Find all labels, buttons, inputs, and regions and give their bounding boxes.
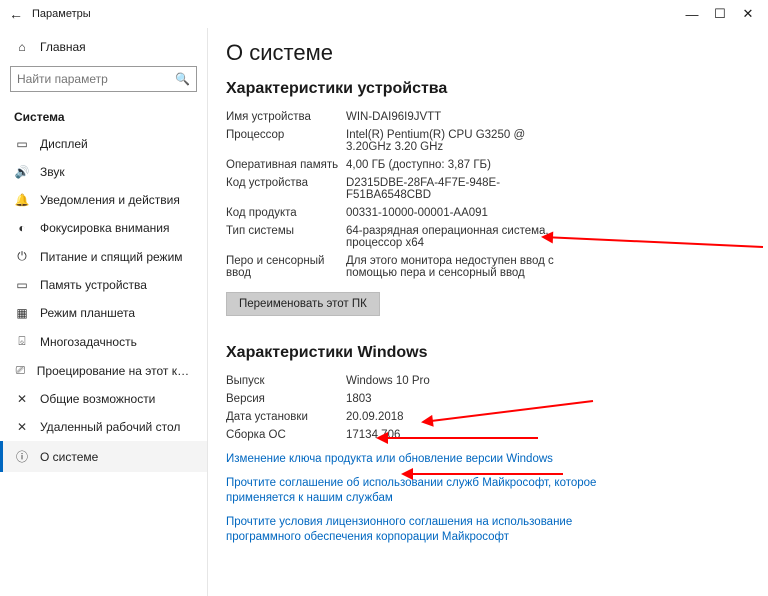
device-specs-heading: Характеристики устройства <box>226 80 750 98</box>
search-icon: 🔍 <box>175 72 190 86</box>
nav-icon: ⏻ <box>14 249 30 264</box>
sidebar-item-label: Удаленный рабочий стол <box>40 420 180 434</box>
nav-icon: ⌺ <box>14 334 30 349</box>
sidebar-item[interactable]: ✕ Общие возможности <box>0 385 207 413</box>
spec-row: Перо и сенсорный вводДля этого монитора … <box>226 252 750 282</box>
sidebar-item[interactable]: ⎚ Проецирование на этот компьютер <box>0 356 207 385</box>
sidebar-item[interactable]: 🔔 Уведомления и действия <box>0 186 207 214</box>
spec-value: Windows 10 Pro <box>346 375 556 387</box>
sidebar-item-label: Режим планшета <box>40 306 135 320</box>
sidebar-item-label: Питание и спящий режим <box>40 250 183 264</box>
spec-key: Тип системы <box>226 225 346 249</box>
spec-row: Дата установки20.09.2018 <box>226 408 750 426</box>
nav-icon: 🔊 <box>14 165 30 179</box>
spec-value: WIN-DAI96I9JVTT <box>346 111 556 123</box>
spec-row: Версия1803 <box>226 390 750 408</box>
spec-value: 4,00 ГБ (доступно: 3,87 ГБ) <box>346 159 556 171</box>
nav-icon: ⓘ <box>14 448 30 465</box>
sidebar-item-label: Звук <box>40 165 65 179</box>
spec-row: ВыпускWindows 10 Pro <box>226 372 750 390</box>
spec-row: Тип системы64-разрядная операционная сис… <box>226 222 750 252</box>
sidebar-item-label: О системе <box>40 450 98 464</box>
sidebar-item-label: Общие возможности <box>40 392 155 406</box>
spec-key: Версия <box>226 393 346 405</box>
content-area: О системе Характеристики устройства Имя … <box>208 28 768 596</box>
rename-pc-button[interactable]: Переименовать этот ПК <box>226 292 380 316</box>
nav-icon: ⎚ <box>14 363 27 378</box>
spec-key: Имя устройства <box>226 111 346 123</box>
minimize-button[interactable]: — <box>678 5 706 24</box>
home-icon: ⌂ <box>14 40 30 54</box>
spec-value: 00331-10000-00001-AA091 <box>346 207 556 219</box>
spec-key: Код устройства <box>226 177 346 201</box>
sidebar-item[interactable]: ▭ Дисплей <box>0 130 207 158</box>
sidebar-item[interactable]: ◐ Фокусировка внимания <box>0 214 207 242</box>
spec-key: Сборка ОС <box>226 429 346 441</box>
nav-icon: 🔔 <box>14 193 30 207</box>
sidebar-item[interactable]: ⓘ О системе <box>0 441 207 472</box>
sidebar-item-label: Уведомления и действия <box>40 193 180 207</box>
sidebar-item-label: Память устройства <box>40 278 147 292</box>
page-title: О системе <box>226 40 750 66</box>
sidebar-item-label: Многозадачность <box>40 335 137 349</box>
sidebar-item[interactable]: ⌺ Многозадачность <box>0 327 207 356</box>
sidebar-item[interactable]: ✕ Удаленный рабочий стол <box>0 413 207 441</box>
settings-link[interactable]: Прочтите условия лицензионного соглашени… <box>226 515 606 546</box>
close-button[interactable]: ✕ <box>734 4 762 24</box>
sidebar-item[interactable]: ⏻ Питание и спящий режим <box>0 242 207 271</box>
settings-link[interactable]: Изменение ключа продукта или обновление … <box>226 452 606 468</box>
search-input[interactable] <box>17 72 175 86</box>
spec-key: Процессор <box>226 129 346 153</box>
spec-key: Выпуск <box>226 375 346 387</box>
window-title: Параметры <box>26 8 91 20</box>
sidebar-section-label: Система <box>0 100 207 130</box>
spec-row: Имя устройстваWIN-DAI96I9JVTT <box>226 108 750 126</box>
nav-icon: ✕ <box>14 392 30 406</box>
nav-icon: ▭ <box>14 137 30 151</box>
settings-link[interactable]: Прочтите соглашение об использовании слу… <box>226 476 606 507</box>
spec-key: Перо и сенсорный ввод <box>226 255 346 279</box>
spec-row: Код продукта00331-10000-00001-AA091 <box>226 204 750 222</box>
windows-specs-heading: Характеристики Windows <box>226 344 750 362</box>
sidebar-item[interactable]: ▭ Память устройства <box>0 271 207 299</box>
spec-key: Дата установки <box>226 411 346 423</box>
nav-icon: ✕ <box>14 420 30 434</box>
spec-key: Код продукта <box>226 207 346 219</box>
titlebar: ← Параметры — ☐ ✕ <box>0 0 768 28</box>
sidebar-home-label: Главная <box>40 40 86 54</box>
spec-row: Оперативная память4,00 ГБ (доступно: 3,8… <box>226 156 750 174</box>
spec-value: 1803 <box>346 393 556 405</box>
spec-value: Для этого монитора недоступен ввод с пом… <box>346 255 556 279</box>
spec-key: Оперативная память <box>226 159 346 171</box>
maximize-button[interactable]: ☐ <box>706 4 734 24</box>
sidebar-item-label: Фокусировка внимания <box>40 221 169 235</box>
back-button[interactable]: ← <box>6 6 26 22</box>
nav-icon: ▭ <box>14 278 30 292</box>
nav-icon: ▦ <box>14 306 30 320</box>
spec-row: ПроцессорIntel(R) Pentium(R) CPU G3250 @… <box>226 126 750 156</box>
search-box[interactable]: 🔍 <box>10 66 197 92</box>
spec-row: Сборка ОС17134.706 <box>226 426 750 444</box>
sidebar-item-label: Проецирование на этот компьютер <box>37 364 193 378</box>
sidebar: ⌂ Главная 🔍 Система ▭ Дисплей 🔊 Звук 🔔 Уведом… <box>0 28 208 596</box>
spec-value: D2315DBE-28FA-4F7E-948E-F51BA6548CBD <box>346 177 556 201</box>
nav-icon: ◐ <box>14 221 30 235</box>
spec-value: 17134.706 <box>346 429 556 441</box>
sidebar-item-label: Дисплей <box>40 137 88 151</box>
spec-value: 64-разрядная операционная система, проце… <box>346 225 556 249</box>
sidebar-home[interactable]: ⌂ Главная <box>0 34 207 60</box>
spec-value: 20.09.2018 <box>346 411 556 423</box>
sidebar-item[interactable]: ▦ Режим планшета <box>0 299 207 327</box>
sidebar-item[interactable]: 🔊 Звук <box>0 158 207 186</box>
spec-value: Intel(R) Pentium(R) CPU G3250 @ 3.20GHz … <box>346 129 556 153</box>
spec-row: Код устройстваD2315DBE-28FA-4F7E-948E-F5… <box>226 174 750 204</box>
